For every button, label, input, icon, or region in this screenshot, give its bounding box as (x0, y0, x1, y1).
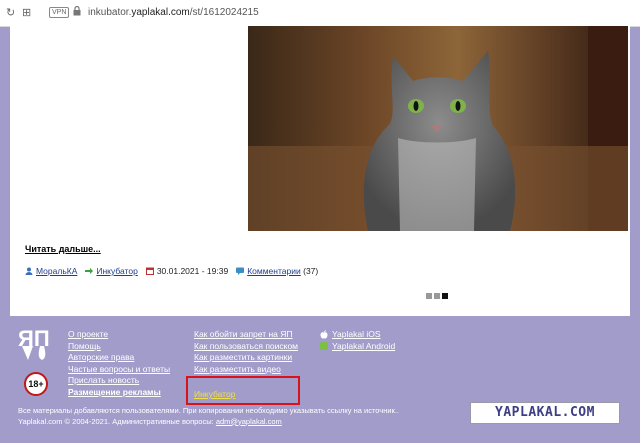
age-rating-badge: 18+ (24, 372, 48, 396)
comments-count: (37) (303, 266, 319, 276)
site-watermark: YAPLAKAL.COM (470, 402, 620, 424)
apple-icon (320, 330, 328, 339)
ios-app-link[interactable]: Yaplakal iOS (320, 329, 395, 341)
android-app-label: Yaplakal Android (332, 340, 396, 351)
lock-icon (73, 6, 81, 16)
calendar-icon (145, 267, 154, 275)
footer-disclaimer: Все материалы добавляются пользователями… (18, 406, 399, 415)
vpn-badge[interactable]: VPN (49, 7, 70, 18)
section-link[interactable]: Инкубатор (96, 266, 137, 276)
url-domain: yaplakal.com (131, 7, 190, 18)
cat-photo (248, 26, 628, 231)
footer-link-bypass-ban[interactable]: Как обойти запрет на ЯП (194, 329, 298, 341)
footer-legal: Все материалы добавляются пользователями… (18, 406, 399, 427)
footer-links-howto: Как обойти запрет на ЯП Как пользоваться… (194, 329, 298, 375)
url-field[interactable]: inkubator.yaplakal.com/st/1612024215 (88, 7, 259, 18)
pagination (426, 293, 448, 299)
site-logo[interactable]: ЯП (16, 326, 60, 366)
comments-link[interactable]: Комментарии (247, 266, 301, 276)
ios-app-label: Yaplakal iOS (332, 329, 381, 339)
footer-link-copyright[interactable]: Авторские права (68, 352, 170, 364)
post-panel: Читать дальше... МоральКА Инкубатор 30.0… (10, 26, 630, 316)
arrow-right-icon (85, 268, 94, 274)
footer-link-post-images[interactable]: Как разместить картинки (194, 352, 298, 364)
page-dot[interactable] (434, 293, 440, 299)
footer-link-incubator[interactable]: Инкубатор (194, 389, 235, 399)
footer-link-faq[interactable]: Частые вопросы и ответы (68, 364, 170, 376)
footer-link-submit-news[interactable]: Прислать новость (68, 375, 170, 387)
tabs-grid-icon[interactable]: ⊞ (22, 6, 31, 19)
url-path: /st/1612024215 (189, 7, 259, 18)
admin-email-link[interactable]: adm@yaplakal.com (216, 417, 282, 426)
footer-link-advertising[interactable]: Размещение рекламы (68, 387, 170, 399)
footer-links-about: О проекте Помощь Авторские права Частые … (68, 329, 170, 398)
footer-link-search-help[interactable]: Как пользоваться поиском (194, 341, 298, 353)
user-icon (25, 267, 33, 275)
reload-icon[interactable]: ↻ (6, 6, 15, 19)
post-date: 30.01.2021 - 19:39 (156, 266, 229, 276)
page-dot-active[interactable] (442, 293, 448, 299)
read-more-link[interactable]: Читать дальше... (25, 244, 101, 254)
footer-link-post-video[interactable]: Как разместить видео (194, 364, 298, 376)
footer-apps: Yaplakal iOS Yaplakal Android (320, 329, 395, 352)
url-subdomain: inkubator. (88, 7, 132, 18)
author-link[interactable]: МоральКА (36, 266, 77, 276)
comment-icon (236, 267, 245, 275)
page-dot[interactable] (426, 293, 432, 299)
footer-copyright: Yaplakal.com © 2004-2021. Административн… (18, 416, 214, 426)
post-meta: МоральКА Инкубатор 30.01.2021 - 19:39 Ко… (25, 266, 318, 276)
address-bar: ↻ ⊞ VPN inkubator.yaplakal.com/st/161202… (0, 0, 640, 27)
footer-link-about[interactable]: О проекте (68, 329, 170, 341)
android-icon (320, 342, 328, 351)
android-app-link[interactable]: Yaplakal Android (320, 341, 395, 353)
footer-link-help[interactable]: Помощь (68, 341, 170, 353)
